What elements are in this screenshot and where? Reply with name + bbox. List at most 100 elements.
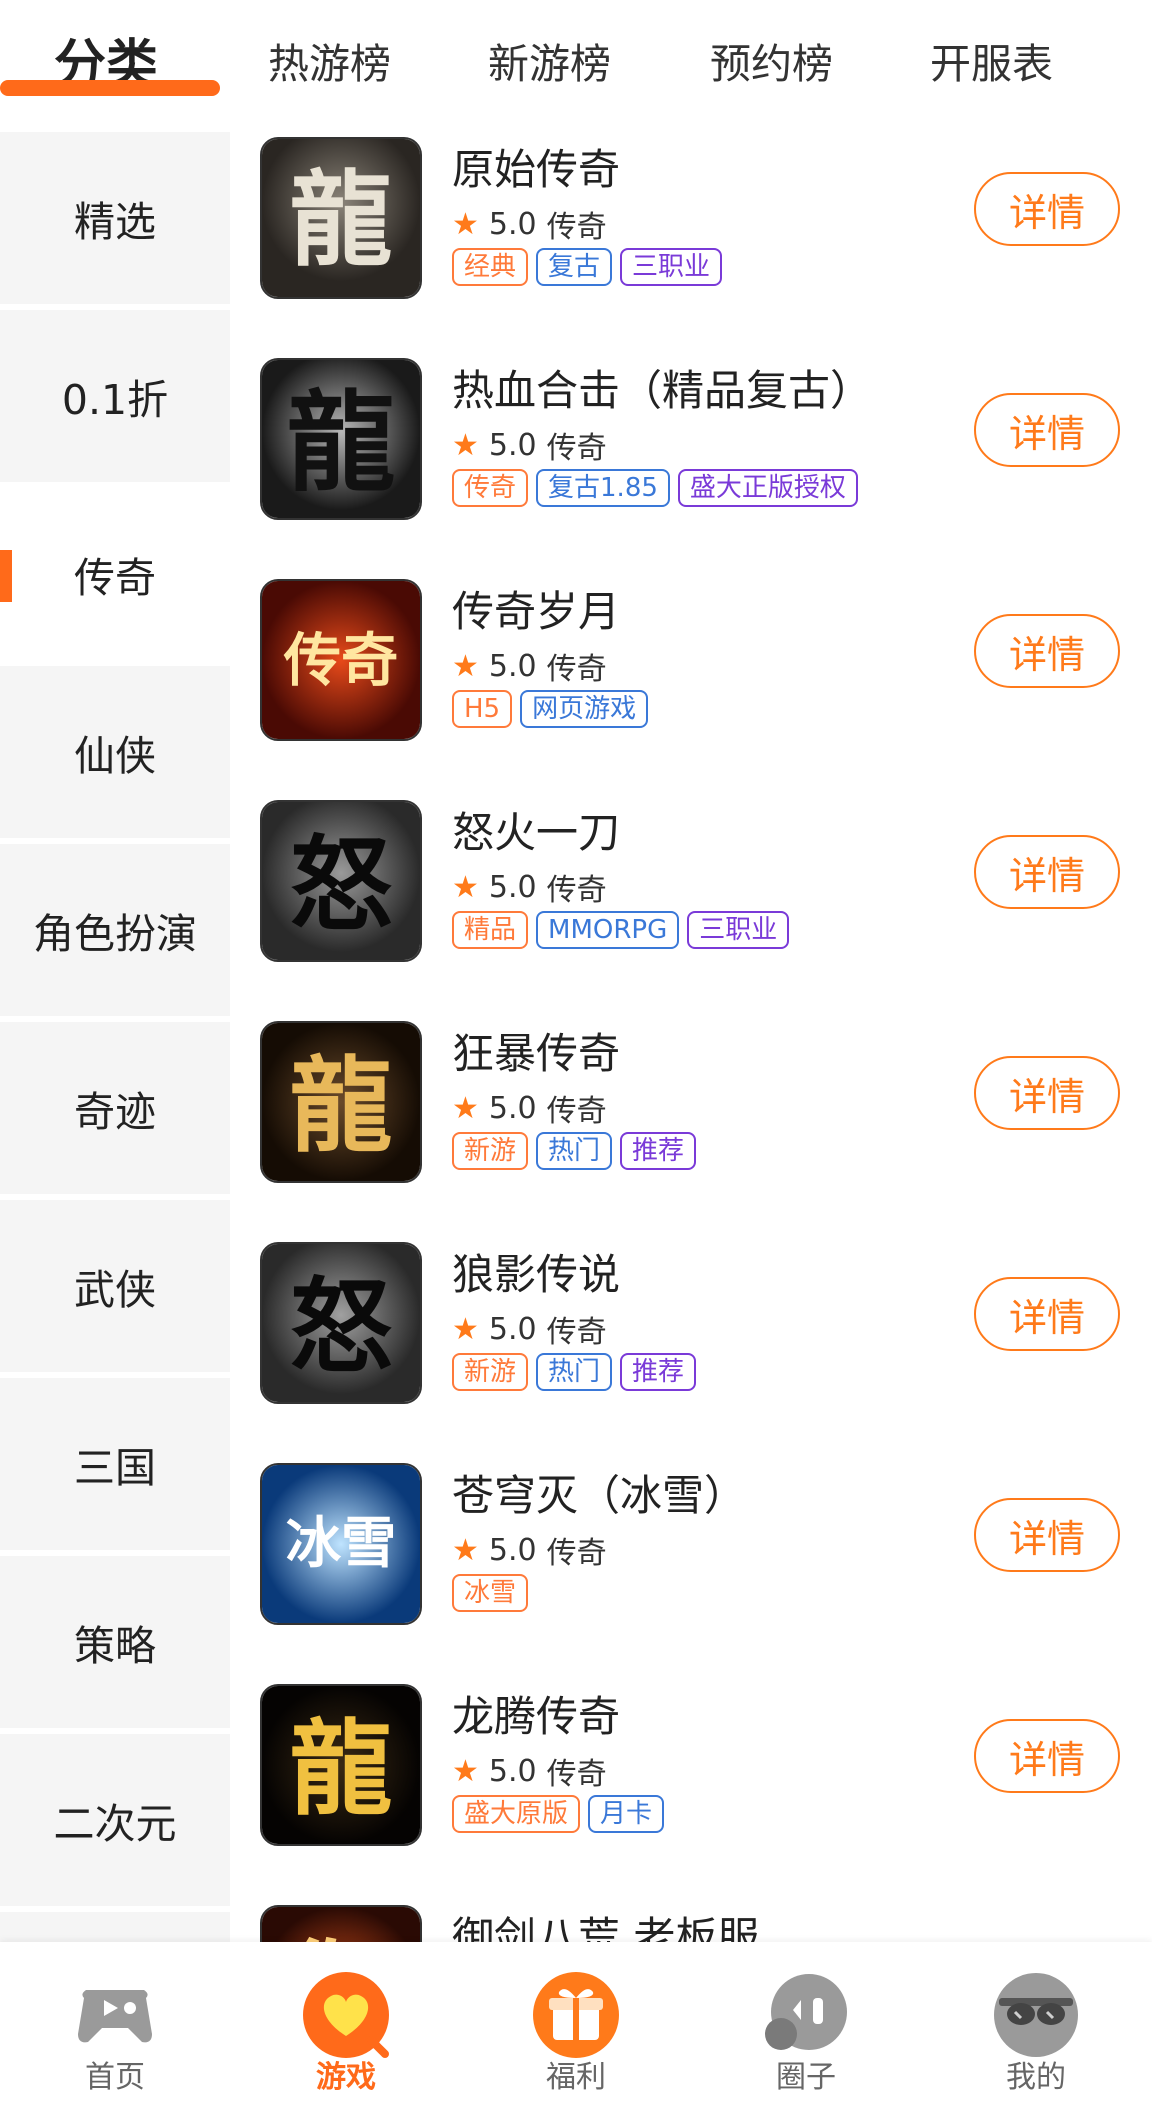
- nav-label: 圈子: [776, 2060, 836, 2095]
- game-icon[interactable]: 龍: [260, 358, 422, 520]
- game-genre: 传奇: [546, 1536, 607, 1571]
- game-item[interactable]: 传奇 传奇岁月 ★ 5.0 传奇 H5 网页游戏 详情: [230, 572, 1152, 793]
- rating-value: 5.0: [488, 1753, 537, 1789]
- detail-button[interactable]: 详情: [974, 614, 1120, 688]
- tag: 经典: [452, 248, 529, 286]
- tag: 热门: [536, 1353, 613, 1391]
- game-title[interactable]: 怒火一刀: [452, 799, 620, 860]
- game-icon[interactable]: 龍: [260, 1684, 422, 1846]
- nav-profile[interactable]: 我的: [946, 1942, 1126, 2114]
- tag: 传奇: [452, 469, 529, 507]
- game-icon[interactable]: 御: [260, 1905, 422, 1942]
- game-title[interactable]: 狂暴传奇: [452, 1020, 620, 1081]
- game-rating: ★ 5.0 传奇: [452, 1086, 607, 1130]
- nav-welfare[interactable]: 福利: [486, 1942, 666, 2114]
- detail-button[interactable]: 详情: [974, 1277, 1120, 1351]
- game-icon-glyph: 龍: [290, 1710, 393, 1830]
- tag: 复古: [536, 248, 613, 286]
- tag: 冰雪: [452, 1574, 529, 1612]
- game-icon-glyph: 龍: [287, 378, 396, 506]
- rating-value: 5.0: [488, 1532, 537, 1568]
- game-genre: 传奇: [546, 652, 607, 687]
- game-item[interactable]: 龍 热血合击（精品复古） ★ 5.0 传奇 传奇 复古1.85 盛大正版授权 详情: [230, 351, 1152, 572]
- game-item[interactable]: 御 御剑八荒 老板服: [230, 1898, 1152, 1942]
- sidebar-item-discount[interactable]: 0.1折: [0, 310, 230, 482]
- tab-hot-games[interactable]: 热游榜: [268, 30, 391, 90]
- game-title[interactable]: 原始传奇: [452, 136, 620, 197]
- detail-button[interactable]: 详情: [974, 1056, 1120, 1130]
- sidebar-item-label: 传奇: [74, 554, 156, 602]
- game-genre: 传奇: [546, 1315, 607, 1350]
- tag: 推荐: [620, 1353, 697, 1391]
- sidebar-item-strategy[interactable]: 策略: [0, 1556, 230, 1728]
- nav-games[interactable]: 游戏: [256, 1942, 436, 2114]
- tag: 新游: [452, 1132, 529, 1170]
- game-title[interactable]: 御剑八荒 老板服: [452, 1904, 759, 1942]
- game-icon[interactable]: 龍: [260, 137, 422, 299]
- game-tags: 冰雪: [452, 1574, 529, 1612]
- game-item[interactable]: 龍 狂暴传奇 ★ 5.0 传奇 新游 热门 推荐 详情: [230, 1014, 1152, 1235]
- tag: 推荐: [620, 1132, 697, 1170]
- game-tags: 新游 热门 推荐: [452, 1132, 697, 1170]
- sidebar-item-label: 精选: [74, 198, 156, 246]
- game-icon[interactable]: 怒: [260, 800, 422, 962]
- sidebar-item-three-kingdoms[interactable]: 三国: [0, 1378, 230, 1550]
- game-icon[interactable]: 传奇: [260, 579, 422, 741]
- detail-button[interactable]: 详情: [974, 835, 1120, 909]
- sidebar-item-label: 武侠: [74, 1266, 156, 1314]
- star-icon: ★: [452, 1753, 479, 1789]
- nav-label: 游戏: [316, 2060, 376, 2095]
- game-genre: 传奇: [546, 210, 607, 245]
- tag: 三职业: [620, 248, 723, 286]
- sidebar-item-miracle[interactable]: 奇迹: [0, 1022, 230, 1194]
- active-sidebar-marker: [0, 550, 12, 602]
- game-icon[interactable]: 龍: [260, 1021, 422, 1183]
- game-item[interactable]: 龍 原始传奇 ★ 5.0 传奇 经典 复古 三职业 详情: [230, 130, 1152, 351]
- tab-new-games[interactable]: 新游榜: [488, 30, 611, 90]
- star-icon: ★: [452, 869, 479, 905]
- sidebar-item-rpg[interactable]: 角色扮演: [0, 844, 230, 1016]
- game-title[interactable]: 龙腾传奇: [452, 1683, 620, 1744]
- game-item[interactable]: 冰雪 苍穹灭（冰雪） ★ 5.0 传奇 冰雪 详情: [230, 1456, 1152, 1677]
- detail-button[interactable]: 详情: [974, 1498, 1120, 1572]
- gamepad-icon: [78, 1990, 152, 2043]
- game-icon[interactable]: 怒: [260, 1242, 422, 1404]
- sidebar-item-featured[interactable]: 精选: [0, 132, 230, 304]
- game-title[interactable]: 狼影传说: [452, 1241, 620, 1302]
- detail-button[interactable]: 详情: [974, 393, 1120, 467]
- sidebar-item-legend[interactable]: 传奇: [0, 488, 230, 660]
- game-tags: 精品 MMORPG 三职业: [452, 911, 790, 949]
- detail-button[interactable]: 详情: [974, 172, 1120, 246]
- sidebar-item-xianxia[interactable]: 仙侠: [0, 666, 230, 838]
- bottom-nav-bar: 首页 游戏 福利 圈子 我的: [0, 1942, 1152, 2114]
- game-icon-glyph: 龍: [290, 1047, 393, 1167]
- game-title[interactable]: 热血合击（精品复古）: [452, 357, 872, 418]
- nav-circle[interactable]: 圈子: [716, 1942, 896, 2114]
- sidebar-item-more[interactable]: [0, 1912, 230, 1942]
- sidebar-item-label: 仙侠: [74, 732, 156, 780]
- game-title[interactable]: 苍穹灭（冰雪）: [452, 1462, 746, 1523]
- tab-server-list[interactable]: 开服表: [930, 30, 1053, 90]
- game-item[interactable]: 龍 龙腾传奇 ★ 5.0 传奇 盛大原版 月卡 详情: [230, 1677, 1152, 1898]
- avatar-sunglasses-icon: [994, 1973, 1078, 2057]
- game-rating: ★ 5.0 传奇: [452, 1749, 607, 1793]
- game-rating: ★ 5.0 传奇: [452, 865, 607, 909]
- sidebar-item-label: 角色扮演: [33, 910, 197, 958]
- game-title[interactable]: 传奇岁月: [452, 578, 620, 639]
- game-tags: 经典 复古 三职业: [452, 248, 723, 286]
- sidebar-item-anime[interactable]: 二次元: [0, 1734, 230, 1906]
- game-rating: ★ 5.0 传奇: [452, 423, 607, 467]
- sidebar-item-wuxia[interactable]: 武侠: [0, 1200, 230, 1372]
- game-genre: 传奇: [546, 431, 607, 466]
- sidebar-item-label: 策略: [74, 1622, 156, 1670]
- nav-home[interactable]: 首页: [25, 1942, 205, 2114]
- tag: 月卡: [588, 1795, 665, 1833]
- active-tab-indicator: [0, 80, 220, 96]
- tab-reservation[interactable]: 预约榜: [710, 30, 833, 90]
- tag: H5: [452, 690, 513, 728]
- sidebar-item-label: 二次元: [53, 1800, 177, 1848]
- game-item[interactable]: 怒 狼影传说 ★ 5.0 传奇 新游 热门 推荐 详情: [230, 1235, 1152, 1456]
- game-icon[interactable]: 冰雪: [260, 1463, 422, 1625]
- detail-button[interactable]: 详情: [974, 1719, 1120, 1793]
- game-item[interactable]: 怒 怒火一刀 ★ 5.0 传奇 精品 MMORPG 三职业 详情: [230, 793, 1152, 1014]
